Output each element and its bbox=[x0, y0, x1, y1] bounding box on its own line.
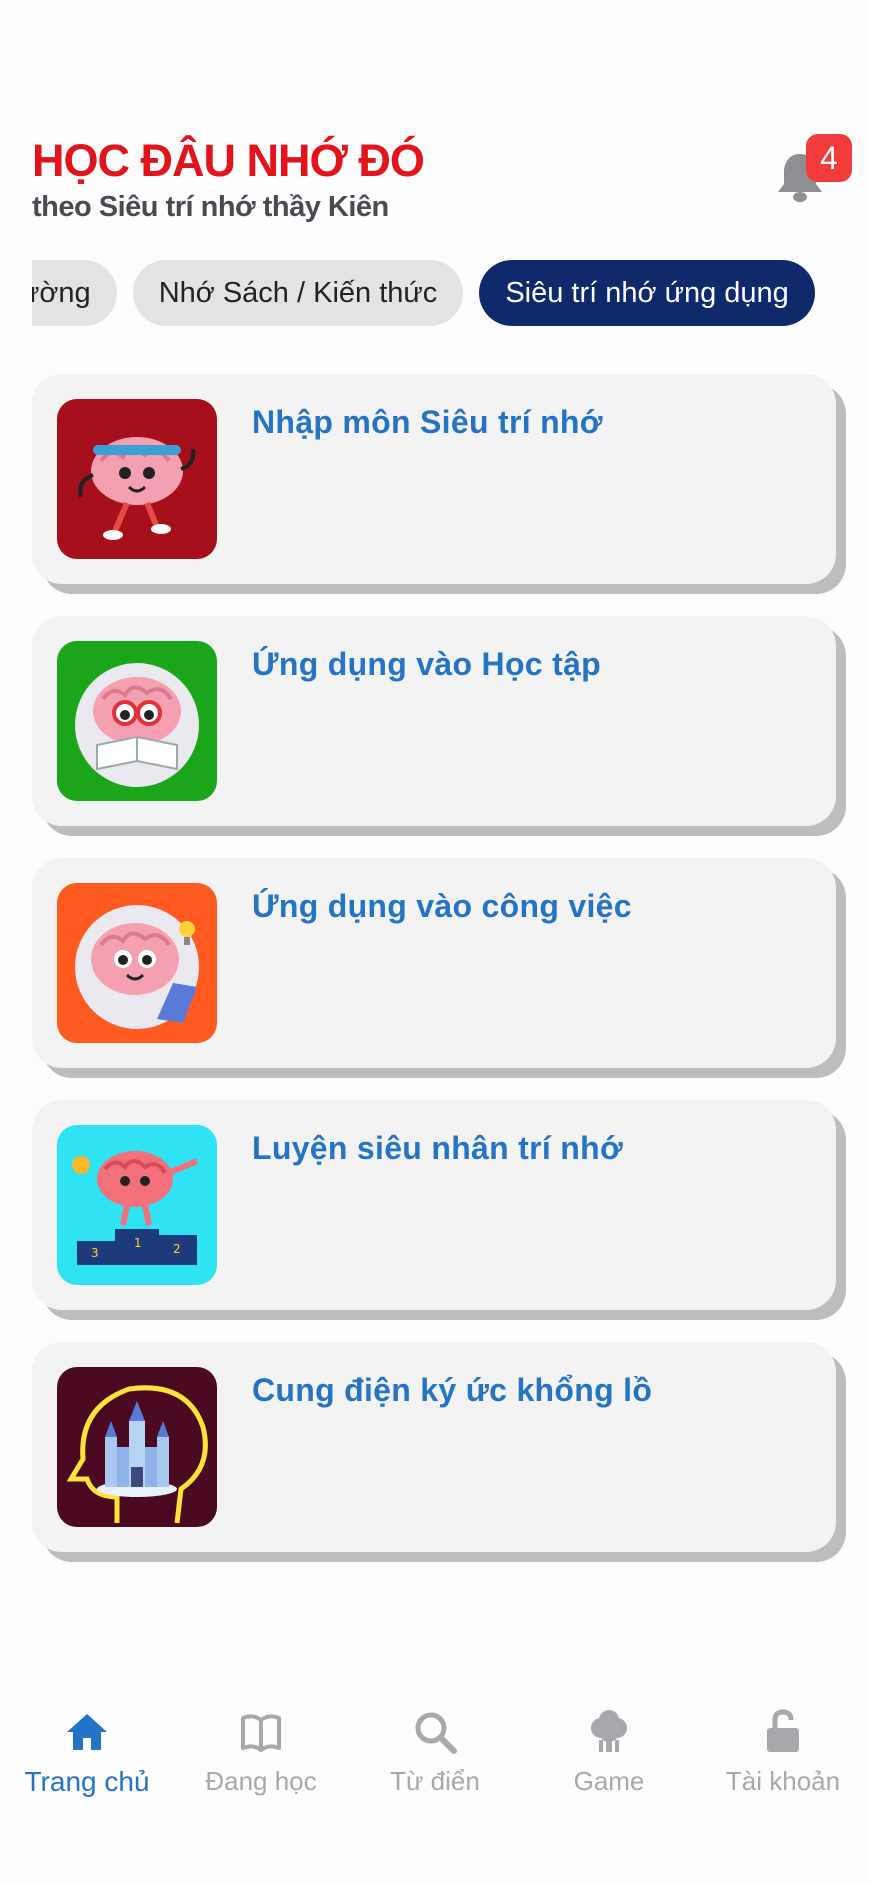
brain-laptop-icon bbox=[57, 883, 217, 1043]
home-icon bbox=[67, 1714, 107, 1750]
app-title: HỌC ĐÂU NHỚ ĐÓ bbox=[32, 135, 425, 186]
course-card[interactable]: Ứng dụng vào Học tập bbox=[32, 616, 836, 826]
tab-home[interactable]: Trang chủ bbox=[0, 1686, 174, 1816]
svg-text:3: 3 bbox=[91, 1246, 99, 1260]
brain-exercise-icon bbox=[57, 399, 217, 559]
notification-badge: 4 bbox=[806, 134, 852, 182]
course-title: Nhập môn Siêu trí nhớ bbox=[252, 404, 603, 440]
course-title: Ứng dụng vào Học tập bbox=[252, 646, 601, 682]
course-title: Cung điện ký ức khổng lồ bbox=[252, 1372, 653, 1408]
tab-label: Đang học bbox=[205, 1766, 317, 1796]
book-icon bbox=[241, 1714, 281, 1752]
svg-text:2: 2 bbox=[173, 1242, 181, 1256]
course-title: Luyện siêu nhân trí nhớ bbox=[252, 1130, 624, 1166]
tab-learning[interactable]: Đang học bbox=[174, 1686, 348, 1816]
svg-text:1: 1 bbox=[134, 1236, 142, 1250]
tab-label: Game bbox=[573, 1766, 645, 1796]
tree-icon bbox=[591, 1710, 627, 1752]
tab-label: Từ điển bbox=[390, 1766, 480, 1796]
tab-account[interactable]: Tài khoản bbox=[696, 1686, 870, 1816]
tab-dictionary[interactable]: Từ điển bbox=[348, 1686, 522, 1816]
category-chips: ường Nhớ Sách / Kiến thức Siêu trí nhớ ứ… bbox=[32, 260, 840, 326]
unlock-icon bbox=[767, 1709, 799, 1752]
tab-label: Tài khoản bbox=[725, 1766, 841, 1796]
header: HỌC ĐÂU NHỚ ĐÓ theo Siêu trí nhớ thầy Ki… bbox=[32, 134, 852, 236]
course-title: Ứng dụng vào công việc bbox=[252, 888, 632, 924]
bottom-tab-bar: Trang chủ Đang học Từ điển Game Tài khoả… bbox=[0, 1686, 870, 1816]
course-card[interactable]: Cung điện ký ức khổng lồ bbox=[32, 1342, 836, 1552]
brain-reading-icon bbox=[57, 641, 217, 801]
app-subtitle: theo Siêu trí nhớ thầy Kiên bbox=[32, 191, 389, 223]
search-icon bbox=[415, 1712, 457, 1754]
brain-podium-icon: 1 2 3 bbox=[57, 1125, 217, 1285]
course-card[interactable]: 1 2 3 Luyện siêu nhân trí nhớ bbox=[32, 1100, 836, 1310]
tab-label: Trang chủ bbox=[24, 1766, 150, 1797]
course-card[interactable]: Nhập môn Siêu trí nhớ bbox=[32, 374, 836, 584]
tab-game[interactable]: Game bbox=[522, 1686, 696, 1816]
notification-button[interactable]: 4 bbox=[770, 134, 852, 206]
course-card[interactable]: Ứng dụng vào công việc bbox=[32, 858, 836, 1068]
memory-palace-icon bbox=[57, 1367, 217, 1527]
chip-truong[interactable]: ường bbox=[32, 260, 117, 326]
chip-nho-sach[interactable]: Nhớ Sách / Kiến thức bbox=[132, 260, 464, 326]
course-list: Nhập môn Siêu trí nhớ Ứng dụng vào Học t… bbox=[32, 374, 844, 1584]
chip-sieu-tri-nho[interactable]: Siêu trí nhớ ứng dụng bbox=[479, 260, 815, 326]
